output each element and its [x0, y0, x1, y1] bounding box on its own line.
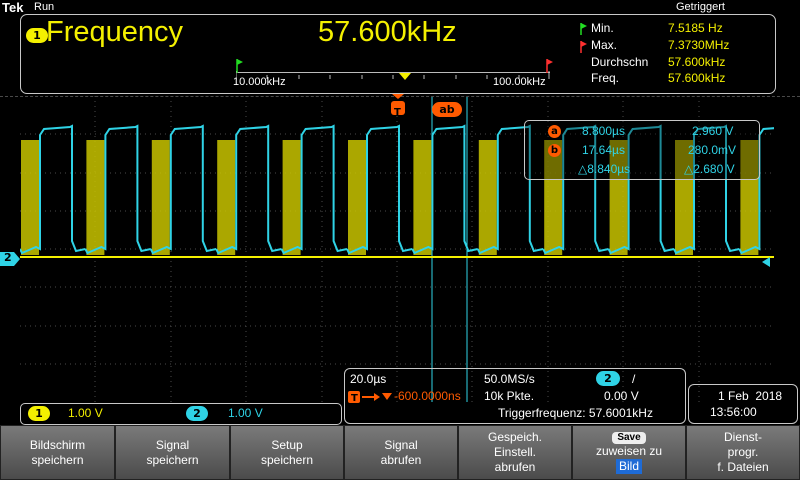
softkey-recall-setup-line1: Gespeich.	[487, 430, 543, 444]
histogram-low-label: 10.000kHz	[233, 76, 286, 88]
stat-max-label: Max.	[591, 38, 618, 52]
ch1-pulse-band	[151, 140, 170, 255]
measurement-value: 57.600kHz	[318, 16, 457, 48]
ch1-badge[interactable]: 1	[28, 406, 50, 421]
softkey-save-setup-line1: Setup	[271, 437, 303, 452]
cursor-delta-time: △8.840µs	[578, 162, 631, 176]
ch1-scale: 1.00 V	[68, 406, 103, 420]
date: 1 Feb 2018	[718, 389, 783, 403]
stat-freq-value: 57.600kHz	[668, 71, 726, 85]
softkey-recall-setup[interactable]: Gespeich. Einstell. abrufen	[458, 425, 572, 480]
trigger-position-icon: T	[348, 389, 394, 408]
cursor-delta-volt: △2.680 V	[684, 162, 735, 176]
cursor-b-volt: 280.0mV	[688, 143, 737, 157]
max-flag-icon	[580, 38, 588, 57]
trigger-marker-label: T	[394, 107, 401, 118]
softkey-recall-setup-line2: Einstell.	[493, 445, 537, 459]
ch1-pulse-band	[478, 140, 497, 255]
softkey-save-screen[interactable]: Bildschirm speichern	[0, 425, 115, 480]
trigger-frequency: Triggerfrequenz: 57.6001kHz	[498, 406, 653, 420]
softkey-save-waveform-line2: speichern	[146, 452, 199, 467]
measurement-channel-badge: 1	[26, 28, 48, 43]
softkey-recall-waveform-line1: Signal	[384, 437, 418, 452]
acquisition-state: Run	[34, 1, 55, 13]
brand-logo: Tek	[2, 0, 24, 15]
ch2-ground-label: 2	[4, 251, 12, 264]
stat-min-label: Min.	[591, 21, 614, 35]
ch1-pulse-band	[282, 140, 301, 255]
histogram-high-label: 100.00kHz	[493, 76, 546, 88]
stat-mean-label: Durchschn	[591, 55, 649, 69]
cursor-b-time: 17.64µs	[582, 143, 625, 157]
ch1-pulse-band	[413, 140, 432, 255]
ch1-pulse-band	[217, 140, 236, 255]
stat-max-value: 7.3730MHz	[668, 38, 730, 52]
trigger-level: 0.00 V	[604, 389, 639, 403]
timebase: 20.0µs	[350, 372, 387, 386]
cursor-a-badge: a	[548, 125, 561, 138]
trigger-slope-icon: /	[632, 372, 636, 386]
ch1-pulse-band	[86, 140, 105, 255]
softkey-file-utilities-line1: Dienst-	[723, 430, 762, 444]
softkey-assign-save-selected: Bild	[615, 458, 642, 474]
softkey-recall-waveform[interactable]: Signal abrufen	[344, 425, 458, 480]
softkey-save-setup-line2: speichern	[260, 452, 314, 467]
min-flag-icon	[580, 20, 587, 35]
save-button-icon: Save	[612, 431, 646, 444]
stat-mean-value: 57.600kHz	[668, 55, 726, 69]
softkey-recall-waveform-line2: abrufen	[380, 452, 422, 467]
histogram-ticks	[235, 64, 550, 79]
ch1-pulse-band	[348, 140, 366, 255]
stat-min-value: 7.5185 Hz	[668, 21, 723, 35]
horizontal-position: -600.0000ns	[394, 389, 461, 403]
softkey-save-screen-line2: speichern	[31, 452, 84, 467]
stat-freq-label: Freq.	[591, 71, 620, 85]
ch1-pulse-band	[21, 140, 39, 255]
ch2-scale: 1.00 V	[228, 406, 263, 420]
softkey-recall-setup-line3: abrufen	[494, 460, 536, 474]
softkey-save-setup[interactable]: Setup speichern	[230, 425, 344, 480]
softkey-file-utilities-line2: progr.	[727, 445, 759, 459]
trigger-state: Getriggert	[676, 1, 725, 13]
cursor-ab-marker[interactable]: ab	[432, 102, 462, 117]
record-length: 10k Pkte.	[484, 389, 535, 403]
softkey-assign-save[interactable]: Save zuweisen zu Bild	[572, 425, 686, 480]
softkey-save-screen-line1: Bildschirm	[29, 437, 86, 452]
softkey-assign-save-line1: zuweisen zu	[595, 443, 663, 458]
trigger-level-marker	[760, 252, 770, 271]
softkey-save-waveform-line1: Signal	[155, 437, 190, 452]
measurement-name: Frequency	[46, 16, 184, 48]
softkey-file-utilities[interactable]: Dienst- progr. f. Dateien	[686, 425, 800, 480]
svg-text:T: T	[351, 393, 358, 404]
time: 13:56:00	[710, 405, 757, 419]
softkey-file-utilities-line3: f. Dateien	[717, 460, 769, 474]
cursor-b-badge: b	[548, 144, 561, 157]
cursor-a-time: 8.800µs	[582, 124, 625, 138]
sample-rate: 50.0MS/s	[484, 372, 535, 386]
softkey-save-waveform[interactable]: Signal speichern	[115, 425, 230, 480]
trigger-source-badge[interactable]: 2	[596, 371, 620, 386]
ch2-badge[interactable]: 2	[186, 406, 208, 421]
cursor-a-volt: 2.960 V	[692, 124, 734, 138]
